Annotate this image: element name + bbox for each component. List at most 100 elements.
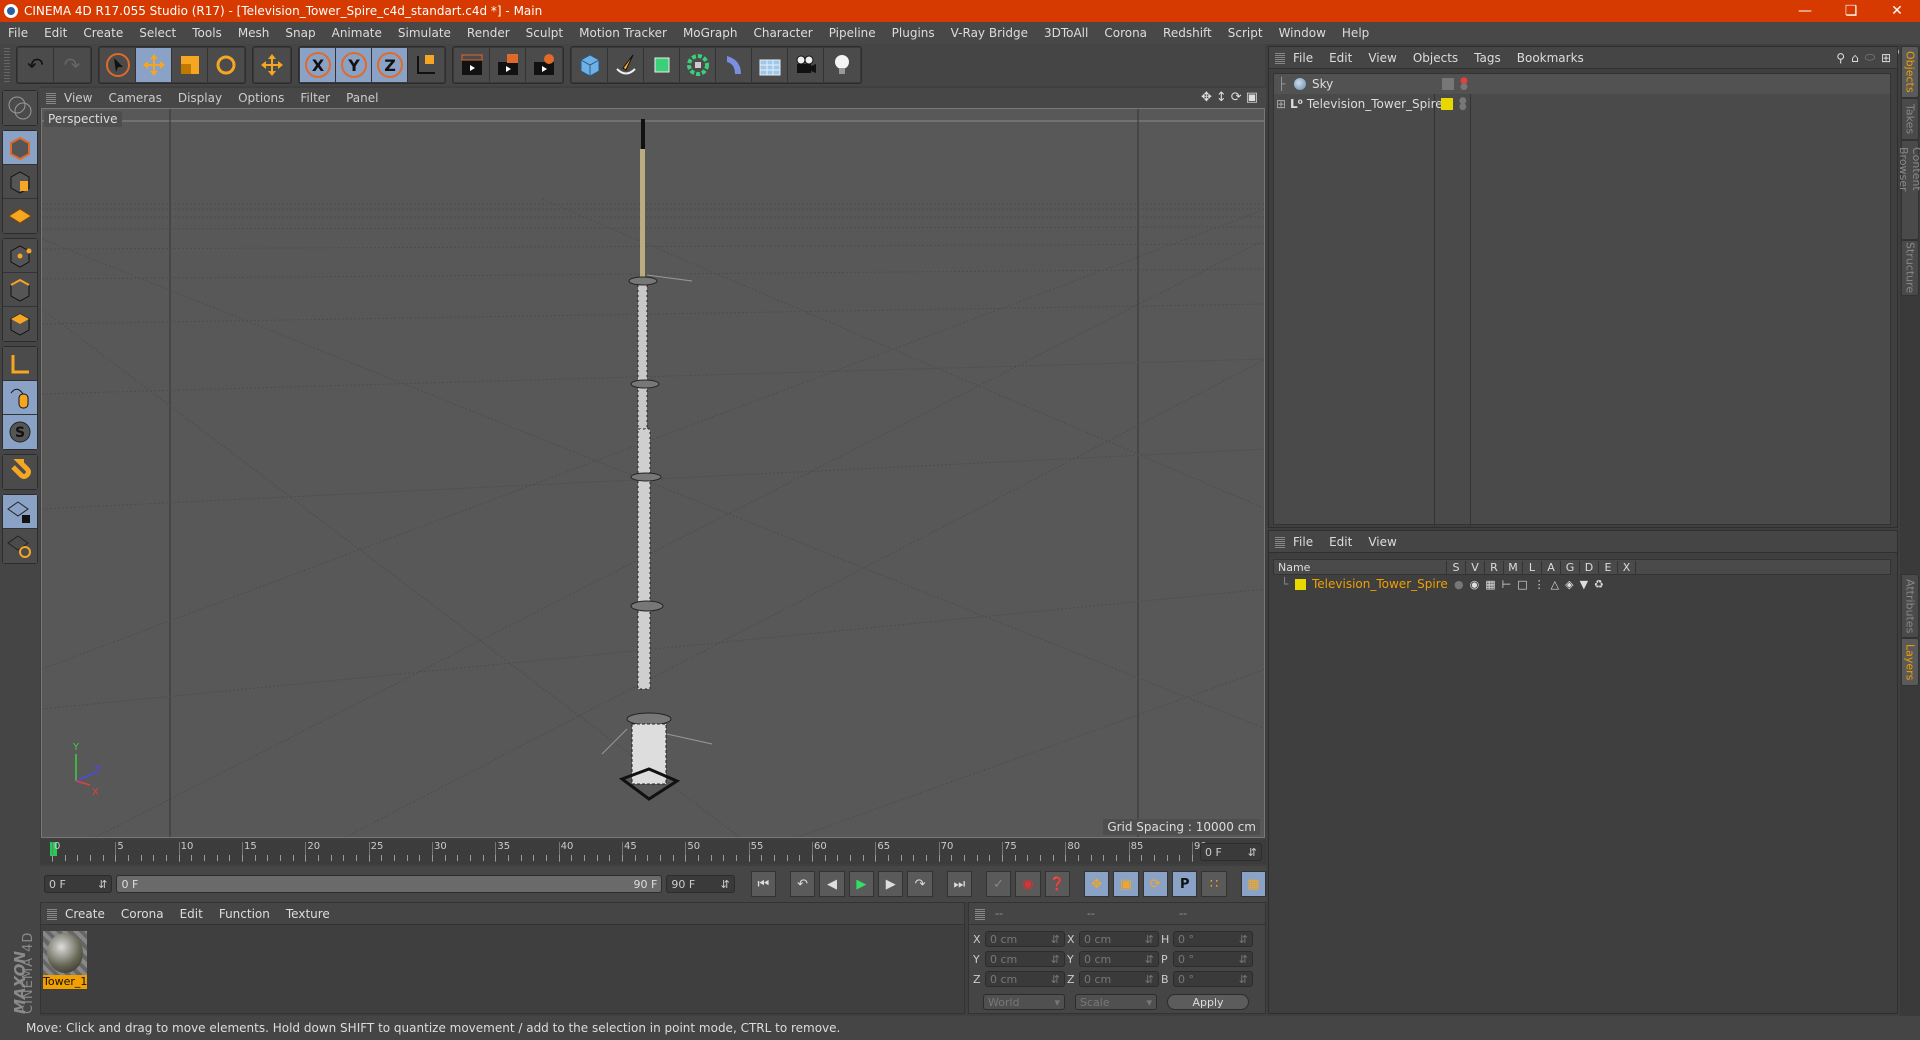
menu-corona[interactable]: Corona: [1096, 26, 1155, 40]
scale-tool-button[interactable]: [172, 48, 208, 82]
menu-create[interactable]: Create: [75, 26, 131, 40]
menu-edit[interactable]: Edit: [36, 26, 75, 40]
subdivision-button[interactable]: [644, 48, 680, 82]
maximize-view-icon[interactable]: ▣: [1246, 90, 1258, 105]
viewport-menu-options[interactable]: Options: [230, 91, 292, 105]
next-key-button[interactable]: ↷: [907, 871, 933, 897]
timeline-ruler[interactable]: 051015202530354045505560657075808590 0 F…: [40, 840, 1266, 864]
xref-toggle-icon[interactable]: ♻: [1594, 578, 1604, 591]
television-tower-model[interactable]: [601, 119, 713, 801]
object-name[interactable]: Sky: [1312, 77, 1436, 91]
minimize-button[interactable]: —: [1782, 3, 1828, 19]
home-icon[interactable]: ⌂: [1848, 51, 1862, 65]
expand-icon[interactable]: ⊞: [1274, 97, 1286, 111]
viewport-menu-panel[interactable]: Panel: [338, 91, 386, 105]
menu-plugins[interactable]: Plugins: [884, 26, 943, 40]
size-x-field[interactable]: 0 cm ⇵: [1079, 931, 1159, 947]
rot-h-field[interactable]: 0 ° ⇵: [1173, 931, 1253, 947]
menu-script[interactable]: Script: [1220, 26, 1271, 40]
size-mode-dropdown[interactable]: Scale ▾: [1075, 994, 1157, 1010]
menu-tools[interactable]: Tools: [184, 26, 230, 40]
layers-menu-edit[interactable]: Edit: [1321, 535, 1360, 549]
menu-3dtoall[interactable]: 3DToAll: [1036, 26, 1096, 40]
z-axis-button[interactable]: Z: [372, 48, 408, 82]
deformer-button[interactable]: [716, 48, 752, 82]
move-tool-button[interactable]: [136, 48, 172, 82]
new-window-icon[interactable]: ⊞: [1878, 51, 1897, 65]
workplane-mode-button[interactable]: [3, 199, 37, 233]
perspective-viewport[interactable]: Y Z X Perspective Grid Spacing : 10000 c…: [41, 108, 1265, 838]
solo-toggle-icon[interactable]: ●: [1454, 578, 1464, 591]
redo-button[interactable]: ↷: [54, 48, 90, 82]
key-position-button[interactable]: ✥: [1083, 871, 1110, 897]
render-view-button[interactable]: [454, 48, 490, 82]
orbit-icon[interactable]: ⟳: [1231, 90, 1242, 105]
layer-row[interactable]: └ Television_Tower_Spire ● ◉ ▦ ⊢ □ ⋮ △ ◈…: [1273, 575, 1891, 593]
viewport-menu-view[interactable]: View: [56, 91, 100, 105]
motion-path-button[interactable]: ✓: [985, 871, 1012, 897]
record-keys-button[interactable]: ◉: [1015, 871, 1041, 897]
lock-toggle-icon[interactable]: □: [1517, 578, 1527, 591]
axis-mode-button[interactable]: [3, 347, 37, 381]
manager-toggle-icon[interactable]: ⊢: [1502, 578, 1512, 591]
toolbar-grip[interactable]: [4, 48, 10, 82]
viewport-menu-display[interactable]: Display: [170, 91, 230, 105]
sky-tag-icon[interactable]: [1442, 78, 1454, 90]
pan-icon[interactable]: ✥: [1201, 90, 1212, 105]
tab-structure[interactable]: Structure: [1901, 240, 1919, 296]
close-button[interactable]: ✕: [1874, 3, 1920, 19]
material-menu-function[interactable]: Function: [211, 907, 278, 921]
object-row-television-tower-spire[interactable]: ⊞ L⁰ Television_Tower_Spire ● ●: [1274, 94, 1890, 114]
panel-grip[interactable]: [47, 907, 57, 920]
cube-button[interactable]: [572, 48, 608, 82]
menu-animate[interactable]: Animate: [324, 26, 390, 40]
go-to-start-button[interactable]: ⏮: [750, 871, 777, 897]
previous-key-button[interactable]: ↶: [789, 871, 816, 897]
pen-spline-button[interactable]: [608, 48, 644, 82]
col-render[interactable]: R: [1484, 560, 1503, 574]
select-tool-button[interactable]: [100, 48, 136, 82]
previous-frame-button[interactable]: ◀: [819, 871, 845, 897]
col-solo[interactable]: S: [1446, 560, 1465, 574]
viewport-camera-label[interactable]: Perspective: [44, 111, 122, 127]
autokey-button[interactable]: ❓: [1044, 871, 1071, 897]
visibility-icon[interactable]: ⬭: [1862, 50, 1878, 65]
play-button[interactable]: ▶: [848, 871, 875, 897]
layer-color-tag[interactable]: [1440, 98, 1453, 110]
dolly-icon[interactable]: ↕: [1216, 90, 1227, 105]
render-settings-button[interactable]: [526, 48, 562, 82]
make-editable-button[interactable]: [3, 91, 37, 125]
current-frame-field[interactable]: 0 F ⇵: [1200, 843, 1262, 861]
apply-button[interactable]: Apply: [1167, 994, 1249, 1010]
menu-motion-tracker[interactable]: Motion Tracker: [571, 26, 675, 40]
objects-menu-file[interactable]: File: [1285, 51, 1321, 65]
objects-menu-objects[interactable]: Objects: [1405, 51, 1466, 65]
live-move-button[interactable]: [254, 48, 290, 82]
tab-content-browser[interactable]: Content Browser: [1897, 140, 1920, 240]
menu-character[interactable]: Character: [745, 26, 820, 40]
view-toggle-icon[interactable]: ◉: [1470, 578, 1480, 591]
frame-range-slider[interactable]: 0 F 90 F: [116, 875, 663, 893]
pos-z-field[interactable]: 0 cm ⇵: [985, 971, 1065, 987]
tab-takes[interactable]: Takes: [1901, 98, 1919, 140]
tweak-mode-button[interactable]: [3, 381, 37, 415]
array-button[interactable]: [680, 48, 716, 82]
layer-name[interactable]: Television_Tower_Spire: [1312, 577, 1454, 591]
tab-attributes[interactable]: Attributes: [1901, 574, 1919, 638]
render-toggle-icon[interactable]: ▦: [1485, 578, 1495, 591]
key-scale-button[interactable]: ▣: [1113, 871, 1139, 897]
col-animation[interactable]: A: [1541, 560, 1560, 574]
edges-mode-button[interactable]: [3, 273, 37, 307]
key-rotation-button[interactable]: ⟳: [1142, 871, 1169, 897]
menu-window[interactable]: Window: [1271, 26, 1334, 40]
end-frame-field[interactable]: 90 F ⇵: [666, 875, 735, 893]
material-menu-edit[interactable]: Edit: [172, 907, 211, 921]
material-menu-create[interactable]: Create: [57, 907, 113, 921]
pos-x-field[interactable]: 0 cm ⇵: [985, 931, 1065, 947]
workplane-lock-button[interactable]: [3, 495, 37, 529]
light-button[interactable]: [824, 48, 860, 82]
points-mode-button[interactable]: [3, 239, 37, 273]
panel-grip[interactable]: [1275, 535, 1285, 548]
menu-help[interactable]: Help: [1334, 26, 1377, 40]
go-to-end-button[interactable]: ⏭: [946, 871, 973, 897]
